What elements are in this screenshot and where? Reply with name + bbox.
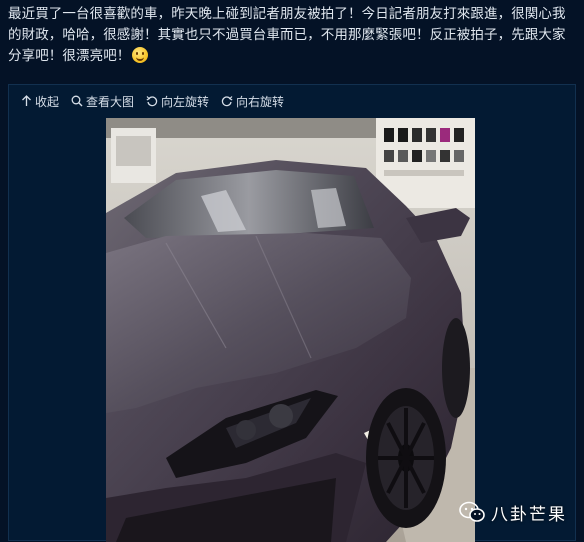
arrow-up-icon bbox=[22, 95, 31, 106]
collapse-button[interactable]: 收起 bbox=[21, 93, 59, 110]
post-photo[interactable] bbox=[106, 118, 475, 542]
post-body-text: 最近買了一台很喜歡的車，昨天晚上碰到記者朋友被拍了！今日記者朋友打來跟進，很関心… bbox=[8, 6, 566, 64]
wechat-watermark: 八卦芒果 bbox=[459, 499, 567, 525]
watermark-text: 八卦芒果 bbox=[491, 504, 567, 525]
collapse-label: 收起 bbox=[35, 94, 60, 109]
view-large-button[interactable]: 查看大图 bbox=[71, 93, 134, 110]
rotate-right-label: 向右旋转 bbox=[236, 94, 285, 109]
media-toolbar: 收起 查看大图 向左旋转 向右旋转 bbox=[21, 92, 284, 110]
rotate-right-button[interactable]: 向右旋转 bbox=[221, 93, 284, 110]
magnifier-icon bbox=[71, 95, 83, 107]
rotate-left-label: 向左旋转 bbox=[161, 94, 210, 109]
view-large-label: 查看大图 bbox=[86, 94, 135, 109]
weibo-post: 最近買了一台很喜歡的車，昨天晚上碰到記者朋友被拍了！今日記者朋友打來跟進，很関心… bbox=[0, 0, 584, 542]
rotate-left-button[interactable]: 向左旋转 bbox=[146, 93, 209, 110]
smile-emoji-icon bbox=[132, 47, 149, 63]
rotate-left-icon bbox=[146, 96, 158, 107]
media-expanded-box: 收起 查看大图 向左旋转 向右旋转 bbox=[8, 84, 576, 542]
post-text: 最近買了一台很喜歡的車，昨天晚上碰到記者朋友被拍了！今日記者朋友打來跟進，很関心… bbox=[8, 4, 576, 67]
wechat-icon bbox=[459, 501, 485, 522]
car-photo-illustration bbox=[106, 118, 475, 542]
rotate-right-icon bbox=[221, 96, 233, 107]
